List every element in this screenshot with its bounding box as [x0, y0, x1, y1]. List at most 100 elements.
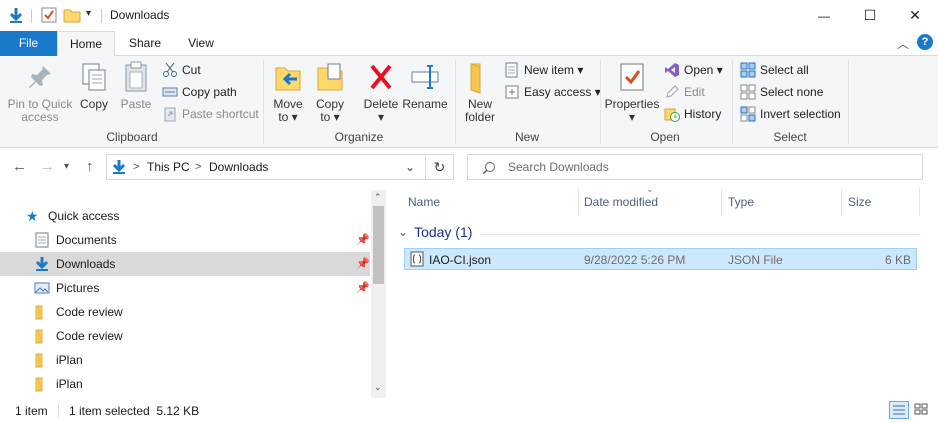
downloads-icon — [34, 256, 50, 272]
maximize-icon: ☐ — [863, 7, 877, 23]
new-folder-label: New folder — [464, 97, 496, 124]
nav-item-code-review[interactable]: Code review — [0, 324, 370, 348]
copy-button[interactable]: Copy — [76, 60, 112, 111]
properties-check-icon[interactable] — [40, 6, 58, 24]
invert-selection-button[interactable]: Invert selection — [740, 104, 841, 124]
tab-share[interactable]: Share — [118, 31, 172, 56]
large-icons-view-button[interactable] — [912, 401, 932, 419]
column-divider[interactable] — [721, 188, 722, 216]
cut-button[interactable]: Cut — [162, 60, 201, 80]
table-row[interactable]: IAO-CI.json 9/28/2022 5:26 PM JSON File … — [404, 248, 917, 270]
pin-icon: 📌 — [356, 234, 370, 246]
ribbon: Pin to Quick access Copy Paste Cut Copy … — [0, 56, 938, 148]
copy-path-button[interactable]: Copy path — [162, 82, 237, 102]
help-icon[interactable]: ? — [917, 34, 933, 50]
history-button[interactable]: History — [664, 104, 721, 124]
scroll-up-chevron-icon[interactable]: ⌃ — [374, 192, 382, 203]
details-view-icon — [893, 405, 905, 415]
easy-access-button[interactable]: Easy access ▾ — [504, 82, 601, 102]
close-icon: ✕ — [909, 7, 921, 23]
group-collapse-chevron-icon: ⌄ — [398, 225, 409, 239]
edit-button[interactable]: Edit — [664, 82, 705, 102]
nav-scrollbar[interactable]: ⌃ ⌄ — [371, 190, 386, 398]
select-none-icon — [740, 84, 756, 100]
group-divider — [732, 60, 733, 144]
new-folder-icon — [463, 60, 497, 94]
folder-icon — [34, 304, 50, 320]
up-arrow-icon[interactable]: ↑ — [86, 158, 94, 175]
paste-button[interactable]: Paste — [116, 60, 156, 111]
select-all-button[interactable]: Select all — [740, 60, 809, 80]
new-item-label: New item ▾ — [524, 63, 584, 77]
breadcrumb-downloads[interactable]: Downloads — [209, 160, 268, 174]
close-button[interactable]: ✕ — [892, 0, 938, 31]
maximize-button[interactable]: ☐ — [847, 0, 893, 31]
new-folder-button[interactable]: New folder — [460, 60, 500, 124]
nav-scrollbar-thumb[interactable] — [373, 206, 384, 284]
column-header-type[interactable]: Type — [728, 195, 754, 209]
nav-item-label: Downloads — [56, 257, 116, 271]
pin-icon — [23, 60, 57, 94]
properties-button[interactable]: Properties ▾ — [603, 60, 661, 124]
nav-item-documents[interactable]: Documents 📌 — [0, 228, 370, 252]
new-folder-icon[interactable] — [63, 6, 81, 24]
nav-item-pictures[interactable]: Pictures 📌 — [0, 276, 370, 300]
new-group-label: New — [514, 130, 539, 144]
refresh-button[interactable]: ↻ — [426, 154, 454, 180]
nav-item-label: Quick access — [48, 209, 120, 223]
details-view-button[interactable] — [889, 401, 909, 419]
column-header-date[interactable]: Date modified — [584, 195, 658, 209]
nav-item-quick-access[interactable]: ★ Quick access — [0, 204, 370, 228]
tab-file[interactable]: File — [0, 31, 57, 56]
search-box[interactable]: Search Downloads — [467, 154, 923, 180]
move-to-button[interactable]: Move to ▾ — [268, 60, 308, 124]
minimize-button[interactable]: — — [801, 0, 847, 31]
recent-locations-chevron-icon[interactable]: ▾ — [64, 161, 69, 172]
copy-path-icon — [162, 84, 178, 100]
copy-to-label: Copy to ▾ — [315, 97, 344, 124]
rename-button[interactable]: Rename — [402, 60, 448, 111]
breadcrumb-this-pc[interactable]: This PC — [147, 160, 190, 174]
new-item-button[interactable]: New item ▾ — [504, 60, 583, 80]
easy-access-icon — [504, 84, 520, 100]
rename-label: Rename — [402, 97, 448, 111]
history-clock-icon — [664, 106, 680, 122]
delete-label: Delete ▾ — [363, 97, 399, 124]
open-label: Open ▾ — [684, 63, 723, 77]
back-arrow-icon[interactable]: ← — [12, 158, 27, 175]
nav-item-code-review[interactable]: Code review — [0, 300, 370, 324]
tab-view[interactable]: View — [176, 31, 226, 56]
column-header-name[interactable]: Name — [408, 195, 440, 209]
tab-home[interactable]: Home — [57, 31, 115, 57]
new-item-icon — [504, 62, 520, 78]
qa-customize-chevron-icon[interactable]: ▾ — [86, 8, 91, 19]
select-none-label: Select none — [760, 85, 824, 99]
pin-icon: 📌 — [356, 258, 370, 270]
group-divider — [455, 60, 456, 144]
delete-button[interactable]: Delete ▾ — [360, 60, 402, 124]
window-title: Downloads — [110, 8, 170, 22]
address-bar[interactable]: > This PC > Downloads ⌄ — [106, 154, 426, 180]
copy-to-button[interactable]: Copy to ▾ — [310, 60, 350, 124]
nav-item-iplan[interactable]: iPlan — [0, 348, 370, 372]
pin-to-quick-access-button[interactable]: Pin to Quick access — [4, 60, 76, 124]
group-header-today[interactable]: ⌄ Today (1) — [398, 224, 472, 240]
address-history-chevron-icon[interactable]: ⌄ — [405, 160, 415, 174]
nav-item-iplan[interactable]: iPlan — [0, 372, 370, 396]
documents-icon — [34, 232, 50, 248]
column-divider[interactable] — [919, 188, 920, 216]
large-icons-view-icon — [914, 403, 928, 415]
column-divider[interactable] — [578, 188, 579, 216]
paste-shortcut-button[interactable]: Paste shortcut — [162, 104, 259, 124]
select-none-button[interactable]: Select none — [740, 82, 823, 102]
column-header-size[interactable]: Size — [848, 195, 871, 209]
copy-path-label: Copy path — [182, 85, 237, 99]
downloads-location-icon — [112, 160, 126, 174]
column-divider[interactable] — [841, 188, 842, 216]
nav-item-downloads[interactable]: Downloads 📌 — [0, 252, 370, 276]
open-button[interactable]: Open ▾ — [664, 60, 723, 80]
download-arrow-icon[interactable] — [7, 6, 25, 24]
scroll-down-chevron-icon[interactable]: ⌄ — [374, 382, 382, 393]
forward-arrow-icon[interactable]: → — [40, 158, 55, 175]
collapse-ribbon-chevron-icon[interactable]: ︿ — [897, 35, 909, 52]
